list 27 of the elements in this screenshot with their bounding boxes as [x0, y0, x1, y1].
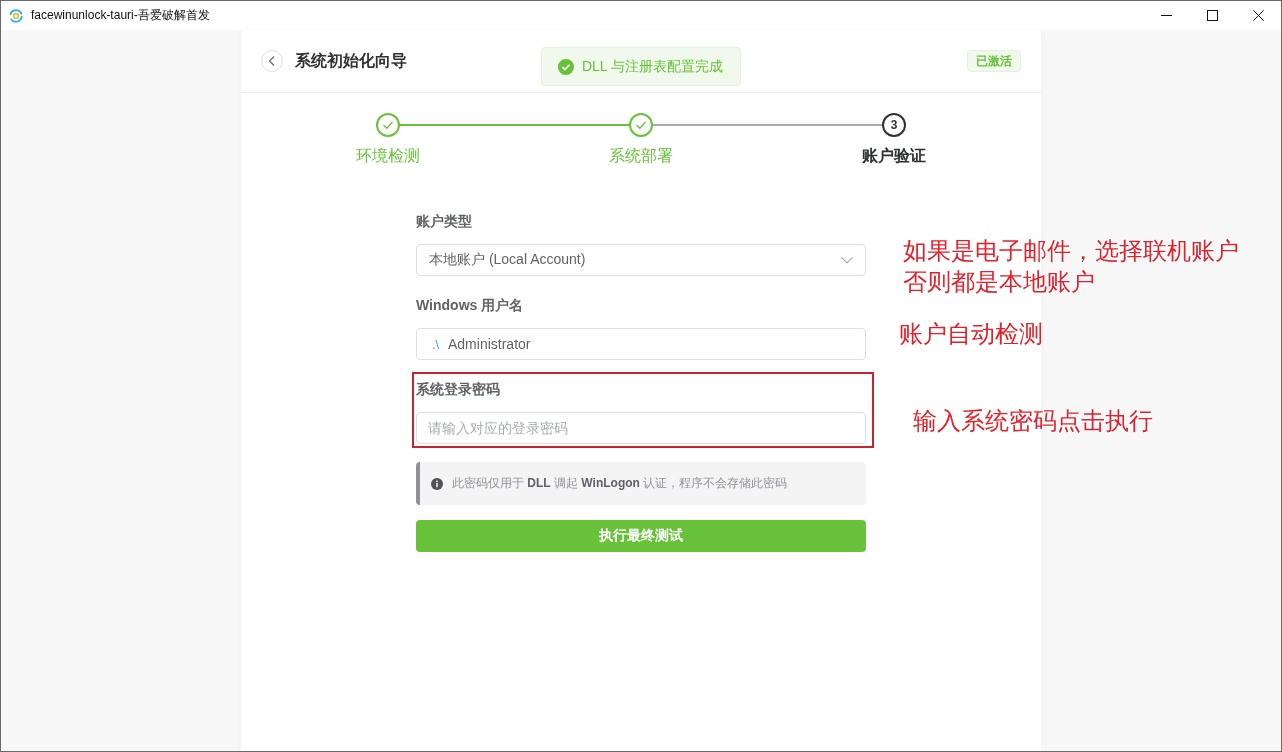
notice-text: 此密码仅用于 DLL 调起 WinLogon 认证，程序不会存储此密码	[452, 475, 788, 492]
app-icon	[9, 8, 23, 23]
back-icon	[268, 56, 276, 66]
annotation-text: 账户自动检测	[899, 319, 1043, 349]
status-tag: 已激活	[967, 50, 1021, 72]
maximize-icon	[1206, 10, 1218, 21]
step-number: 3	[882, 113, 906, 137]
domain-prefix: .\	[432, 336, 440, 352]
step-label: 系统部署	[609, 146, 673, 166]
account-type-select[interactable]: 本地账户 (Local Account)	[416, 244, 866, 276]
window-title: facewinunlock-tauri-吾爱破解首发	[31, 7, 210, 24]
page-title: 系统初始化向导	[295, 50, 407, 71]
toast-message: DLL 与注册表配置完成	[581, 57, 724, 76]
field-label: Windows 用户名	[416, 296, 524, 315]
annotation-text: 输入系统密码点击执行	[913, 406, 1153, 436]
password-field[interactable]: 请输入对应的登录密码	[416, 412, 866, 444]
minimize-icon	[1160, 15, 1172, 16]
back-button[interactable]	[261, 50, 283, 72]
info-icon	[431, 477, 443, 490]
annotation-text: 如果是电子邮件，选择联机账户 否则都是本地账户	[903, 236, 1239, 297]
step-label: 环境检测	[355, 146, 420, 166]
check-circle-icon	[557, 58, 574, 75]
close-icon	[1252, 10, 1264, 21]
field-label: 系统登录密码	[416, 380, 500, 399]
chevron-down-icon	[841, 256, 853, 264]
step-label: 账户验证	[862, 146, 927, 166]
field-label: 账户类型	[416, 212, 472, 231]
